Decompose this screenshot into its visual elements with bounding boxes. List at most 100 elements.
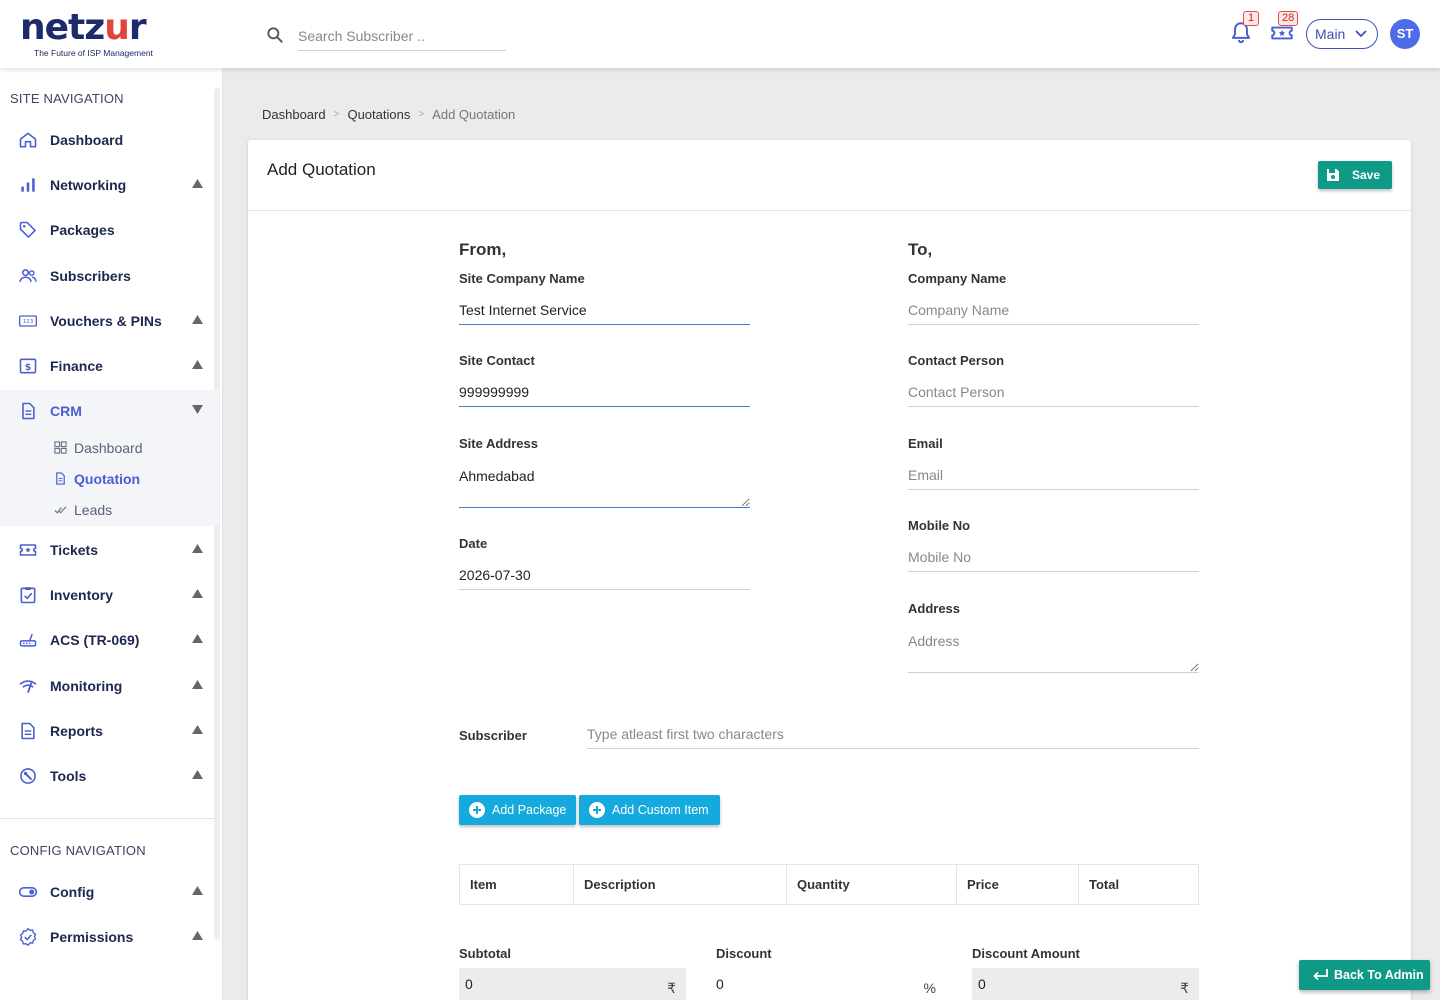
breadcrumb-current: Add Quotation: [432, 107, 516, 123]
sidebar-item-crm[interactable]: CRM: [0, 391, 213, 431]
voucher-icon: 123: [19, 315, 37, 327]
sidebar-item-label: Packages: [50, 222, 115, 238]
sidebar-item-label: Dashboard: [50, 132, 124, 148]
sidebar-item-dashboard[interactable]: Dashboard: [0, 120, 213, 160]
sidebar-item-subscribers[interactable]: Subscribers: [0, 256, 213, 296]
site-contact-input[interactable]: [459, 378, 750, 407]
signal-icon: [19, 680, 37, 693]
crm-sub-label: Quotation: [74, 471, 141, 487]
contact-person-input[interactable]: [908, 378, 1199, 407]
discount-amount-field: 0 ₹: [972, 968, 1199, 1000]
sidebar-item-config[interactable]: Config: [0, 872, 213, 912]
email-input[interactable]: [908, 461, 1199, 490]
caret-down-icon: [192, 405, 203, 414]
to-heading: To,: [908, 240, 933, 259]
sidebar-item-label: Vouchers & PINs: [50, 313, 162, 329]
company-name-input[interactable]: [908, 296, 1199, 325]
mobile-label: Mobile No: [908, 518, 971, 533]
sidebar-divider: [0, 818, 215, 819]
site-select[interactable]: Main: [1306, 19, 1378, 49]
sidebar-item-label: Monitoring: [50, 678, 123, 694]
address-label: Address: [908, 601, 961, 616]
site-company-input[interactable]: [459, 296, 750, 325]
logo-tagline: The Future of ISP Management: [34, 48, 153, 58]
site-address-label: Site Address: [459, 436, 538, 451]
date-input[interactable]: [459, 561, 750, 590]
subscriber-autocomplete[interactable]: [587, 720, 1199, 749]
breadcrumb: Dashboard > Quotations > Add Quotation: [262, 106, 515, 122]
sidebar-item-acs[interactable]: ACS (TR-069): [0, 620, 213, 660]
ticket-icon: [19, 544, 37, 556]
date-label: Date: [459, 536, 488, 551]
breadcrumb-quotations[interactable]: Quotations: [347, 107, 410, 122]
percent-icon: %: [923, 980, 936, 996]
add-package-button[interactable]: Add Package: [459, 795, 576, 825]
sidebar-item-finance[interactable]: $ Finance: [0, 346, 213, 386]
logo-wordmark: netzur: [20, 7, 147, 48]
user-avatar[interactable]: ST: [1390, 19, 1420, 49]
search-input[interactable]: [298, 22, 506, 51]
sidebar-item-label: Subscribers: [50, 268, 131, 284]
subscriber-label: Subscriber: [459, 728, 527, 743]
sidebar-item-monitoring[interactable]: Monitoring: [0, 666, 213, 706]
clipboard-check-icon: [20, 587, 36, 604]
sidebar-item-tickets[interactable]: Tickets: [0, 530, 213, 570]
caret-up-icon: [192, 589, 203, 598]
report-icon: [21, 722, 35, 740]
sidebar-item-inventory[interactable]: Inventory: [0, 575, 213, 615]
sidebar-item-networking[interactable]: Networking: [0, 165, 213, 205]
sidebar-item-vouchers[interactable]: 123 Vouchers & PINs: [0, 301, 213, 341]
sidebar-item-packages[interactable]: Packages: [0, 210, 213, 250]
grid-icon: [54, 441, 67, 454]
save-button[interactable]: Save: [1318, 161, 1392, 189]
rupee-icon: ₹: [667, 980, 676, 996]
breadcrumb-dashboard[interactable]: Dashboard: [262, 107, 326, 122]
double-check-icon: [54, 506, 67, 514]
card-header: Add Quotation Save: [248, 140, 1411, 211]
users-icon: [19, 269, 37, 282]
breadcrumb-separator: >: [418, 109, 425, 121]
contact-person-label: Contact Person: [908, 353, 1005, 368]
caret-up-icon: [192, 544, 203, 553]
site-nav-title: SITE NAVIGATION: [10, 91, 124, 106]
site-contact-label: Site Contact: [459, 353, 535, 368]
col-quantity: Quantity: [787, 865, 957, 904]
company-name-label: Company Name: [908, 271, 1007, 286]
subtotal-label: Subtotal: [459, 946, 511, 961]
plus-circle-icon: [589, 802, 605, 818]
caret-up-icon: [192, 725, 203, 734]
quotation-card: Add Quotation Save From, Site Company Na…: [248, 140, 1411, 1000]
netzur-logo[interactable]: netzur The Future of ISP Management: [20, 7, 153, 59]
col-price: Price: [957, 865, 1079, 904]
caret-up-icon: [192, 931, 203, 940]
discount-field[interactable]: 0 %: [710, 968, 946, 1000]
site-address-textarea[interactable]: Ahmedabad: [459, 463, 750, 508]
discount-amount-value: 0: [978, 976, 986, 992]
notification-badge: 1: [1243, 11, 1259, 26]
router-icon: [19, 633, 37, 647]
return-arrow-icon: [1313, 969, 1328, 981]
sidebar-item-permissions[interactable]: Permissions: [0, 917, 213, 957]
breadcrumb-separator: >: [333, 109, 340, 121]
caret-up-icon: [192, 179, 203, 188]
caret-up-icon: [192, 680, 203, 689]
plus-circle-icon: [469, 802, 485, 818]
discount-label: Discount: [716, 946, 772, 961]
svg-text:123: 123: [23, 319, 33, 325]
page-title: Add Quotation: [267, 160, 376, 179]
floppy-disk-icon: [1327, 169, 1339, 181]
sidebar-item-tools[interactable]: Tools: [0, 756, 213, 796]
address-textarea[interactable]: [908, 628, 1199, 673]
col-total: Total: [1089, 877, 1120, 892]
sidebar-item-label: Tools: [50, 768, 87, 784]
sidebar-item-label: ACS (TR-069): [50, 632, 140, 648]
col-description: Description: [574, 865, 787, 904]
sidebar: SITE NAVIGATION Dashboard Networking Pac…: [0, 68, 223, 1000]
add-custom-item-button[interactable]: Add Custom Item: [579, 795, 720, 825]
rupee-icon: ₹: [1180, 980, 1189, 996]
sidebar-item-reports[interactable]: Reports: [0, 711, 213, 751]
mobile-input[interactable]: [908, 543, 1199, 572]
crm-sub-label: Dashboard: [74, 440, 143, 456]
back-to-admin-button[interactable]: Back To Admin: [1299, 960, 1430, 990]
caret-up-icon: [192, 886, 203, 895]
